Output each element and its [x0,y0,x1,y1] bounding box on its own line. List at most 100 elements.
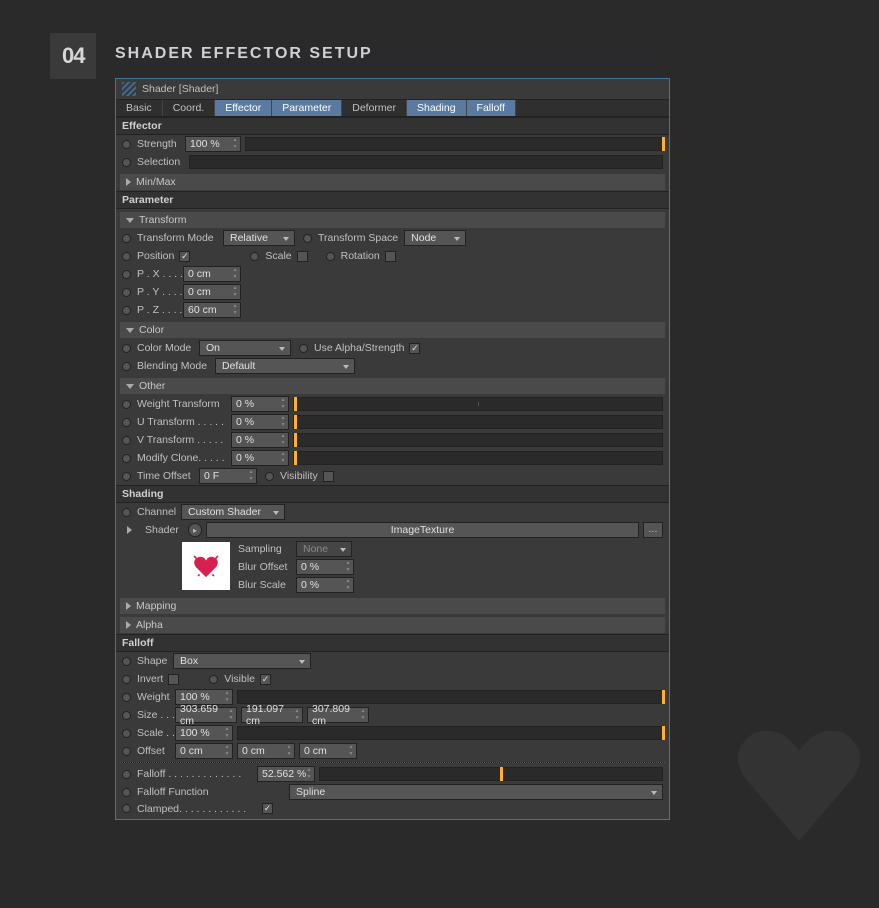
rotation-checkbox[interactable] [385,251,396,262]
py-input[interactable]: 0 cm▲▼ [183,284,241,300]
anim-dot[interactable] [122,306,131,315]
octane-icon: ✦ [0,883,5,898]
anim-dot[interactable] [122,362,131,371]
anim-dot[interactable] [122,472,131,481]
anim-dot[interactable] [122,158,131,167]
scale-checkbox[interactable] [297,251,308,262]
clamped-checkbox[interactable]: ✓ [262,803,273,814]
anim-dot[interactable] [299,344,308,353]
tab-basic[interactable]: Basic [116,100,163,116]
sampling-dropdown[interactable]: None [296,541,352,557]
anim-dot[interactable] [122,454,131,463]
anim-dot[interactable] [122,770,131,779]
anim-dot[interactable] [122,804,131,813]
size-z-input[interactable]: 307.809 cm▲▼ [307,707,369,723]
u-transform-input[interactable]: 0 %▲▼ [231,414,289,430]
blur-scale-input[interactable]: 0 %▲▼ [296,577,354,593]
anim-dot[interactable] [122,747,131,756]
time-offset-input[interactable]: 0 F▲▼ [199,468,257,484]
color-header[interactable]: Color [120,322,665,338]
modify-clone-input[interactable]: 0 %▲▼ [231,450,289,466]
v-transform-input[interactable]: 0 %▲▼ [231,432,289,448]
tab-shading[interactable]: Shading [407,100,467,116]
offset-x-input[interactable]: 0 cm▲▼ [175,743,233,759]
anim-dot[interactable] [326,252,335,261]
weight-transform-input[interactable]: 0 %▲▼ [231,396,289,412]
transform-space-dropdown[interactable]: Node [404,230,466,246]
anim-dot[interactable] [122,234,131,243]
invert-checkbox[interactable] [168,674,179,685]
anim-dot[interactable] [250,252,259,261]
blending-mode-dropdown[interactable]: Default [215,358,355,374]
anim-dot[interactable] [122,788,131,797]
position-checkbox[interactable]: ✓ [179,251,190,262]
anim-dot[interactable] [122,436,131,445]
visibility-checkbox[interactable] [323,471,334,482]
strength-slider[interactable] [245,137,663,151]
mapping-header[interactable]: Mapping [120,598,665,614]
shader-options-button[interactable]: ... [643,522,663,538]
anim-dot[interactable] [122,400,131,409]
other-header[interactable]: Other [120,378,665,394]
size-x-input[interactable]: 303.659 cm▲▼ [175,707,237,723]
anim-dot[interactable] [122,270,131,279]
anim-dot[interactable] [122,252,131,261]
anim-dot[interactable] [122,693,131,702]
visible-checkbox[interactable]: ✓ [260,674,271,685]
weight-transform-label: Weight Transform [137,398,231,410]
divider [120,762,665,763]
channel-dropdown[interactable]: Custom Shader [181,504,285,520]
shape-dropdown[interactable]: Box [173,653,311,669]
use-alpha-checkbox[interactable]: ✓ [409,343,420,354]
anim-dot[interactable] [303,234,312,243]
anim-dot[interactable] [122,418,131,427]
time-offset-label: Time Offset [137,470,199,482]
tab-deformer[interactable]: Deformer [342,100,407,116]
color-mode-dropdown[interactable]: On [199,340,291,356]
anim-dot[interactable] [122,711,131,720]
anim-dot[interactable] [122,508,131,517]
tab-falloff[interactable]: Falloff [467,100,516,116]
falloff-function-dropdown[interactable]: Spline [289,784,663,800]
expand-icon[interactable] [127,526,132,534]
anim-dot[interactable] [122,344,131,353]
shader-thumbnail[interactable] [182,542,230,590]
u-transform-slider[interactable] [293,415,663,429]
anim-dot[interactable] [122,140,131,149]
pz-input[interactable]: 60 cm▲▼ [183,302,241,318]
tab-coord[interactable]: Coord. [163,100,216,116]
falloff-scale-input[interactable]: 100 %▲▼ [175,725,233,741]
px-input[interactable]: 0 cm▲▼ [183,266,241,282]
transform-header[interactable]: Transform [120,212,665,228]
selection-input[interactable] [189,155,663,169]
transform-mode-dropdown[interactable]: Relative [223,230,295,246]
falloff-slider[interactable] [319,767,663,781]
strength-input[interactable]: 100 %▲▼ [185,136,241,152]
tab-parameter[interactable]: Parameter [272,100,342,116]
shader-link[interactable]: ImageTexture [206,522,639,538]
visibility-label: Visibility [280,470,318,482]
size-y-input[interactable]: 191.097 cm▲▼ [241,707,303,723]
expand-icon [126,178,131,186]
expand-icon [126,602,131,610]
nav-arrow-icon[interactable]: ▸ [188,523,202,537]
u-transform-label: U Transform . . . . . [137,416,231,428]
anim-dot[interactable] [122,675,131,684]
tab-effector[interactable]: Effector [215,100,272,116]
alpha-header[interactable]: Alpha [120,617,665,633]
minmax-header[interactable]: Min/Max [120,174,665,190]
blur-offset-input[interactable]: 0 %▲▼ [296,559,354,575]
falloff-value-input[interactable]: 52.562 %▲▼ [257,766,315,782]
offset-z-input[interactable]: 0 cm▲▼ [299,743,357,759]
offset-y-input[interactable]: 0 cm▲▼ [237,743,295,759]
anim-dot[interactable] [122,729,131,738]
weight-transform-slider[interactable] [293,397,663,411]
anim-dot[interactable] [209,675,218,684]
falloff-weight-slider[interactable] [237,690,663,704]
modify-clone-slider[interactable] [293,451,663,465]
anim-dot[interactable] [122,288,131,297]
anim-dot[interactable] [122,657,131,666]
falloff-scale-slider[interactable] [237,726,663,740]
anim-dot[interactable] [265,472,274,481]
v-transform-slider[interactable] [293,433,663,447]
